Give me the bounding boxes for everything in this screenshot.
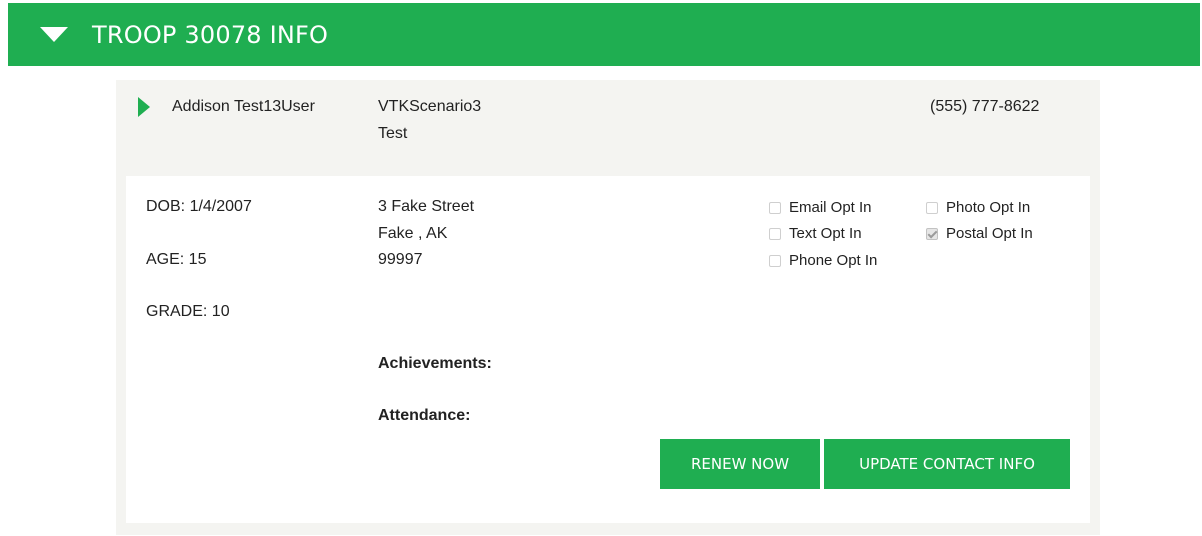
- caret-down-icon[interactable]: [40, 27, 68, 42]
- photo-opt-in-option[interactable]: Photo Opt In: [926, 195, 1030, 221]
- email-opt-in-label: Email Opt In: [789, 199, 872, 216]
- troop-info-header[interactable]: TROOP 30078 INFO: [8, 3, 1200, 66]
- member-scenario-line1: VTKScenario3: [378, 98, 482, 115]
- dob-text: DOB: 1/4/2007: [146, 198, 252, 215]
- renew-now-button[interactable]: RENEW NOW: [660, 439, 820, 489]
- grade-text: GRADE: 10: [146, 303, 230, 320]
- page: TROOP 30078 INFO Addison Test13User VTKS…: [0, 0, 1202, 536]
- phone-opt-in-label: Phone Opt In: [789, 252, 878, 269]
- attendance-label: Attendance:: [378, 407, 471, 424]
- text-opt-in-checkbox[interactable]: [769, 228, 781, 240]
- age-text: AGE: 15: [146, 251, 207, 268]
- achievements-label: Achievements:: [378, 355, 492, 372]
- phone-opt-in-option[interactable]: Phone Opt In: [769, 248, 877, 274]
- email-opt-in-option[interactable]: Email Opt In: [769, 195, 872, 221]
- update-contact-info-button[interactable]: UPDATE CONTACT INFO: [824, 439, 1070, 489]
- member-name: Addison Test13User: [172, 98, 315, 115]
- postal-opt-in-option[interactable]: Postal Opt In: [926, 221, 1033, 247]
- address-line1: 3 Fake Street: [378, 198, 475, 215]
- address-line3: 99997: [378, 251, 423, 268]
- phone-opt-in-checkbox[interactable]: [769, 255, 781, 267]
- member-scenario-line2: Test: [378, 125, 408, 142]
- photo-opt-in-label: Photo Opt In: [946, 199, 1031, 216]
- photo-opt-in-checkbox[interactable]: [926, 202, 938, 214]
- member-card: Addison Test13User VTKScenario3 Test (55…: [116, 80, 1100, 535]
- text-opt-in-label: Text Opt In: [789, 225, 862, 242]
- member-phone: (555) 777-8622: [930, 98, 1040, 115]
- email-opt-in-checkbox[interactable]: [769, 202, 781, 214]
- postal-opt-in-checkbox[interactable]: [926, 228, 938, 240]
- caret-right-icon[interactable]: [138, 97, 150, 117]
- address-line2: Fake , AK: [378, 225, 448, 242]
- member-details: DOB: 1/4/2007 AGE: 15 GRADE: 10 3 Fake S…: [126, 176, 1090, 523]
- text-opt-in-option[interactable]: Text Opt In: [769, 221, 862, 247]
- troop-info-title: TROOP 30078 INFO: [92, 20, 329, 49]
- member-summary-row[interactable]: Addison Test13User VTKScenario3 Test (55…: [116, 80, 1100, 176]
- postal-opt-in-label: Postal Opt In: [946, 225, 1033, 242]
